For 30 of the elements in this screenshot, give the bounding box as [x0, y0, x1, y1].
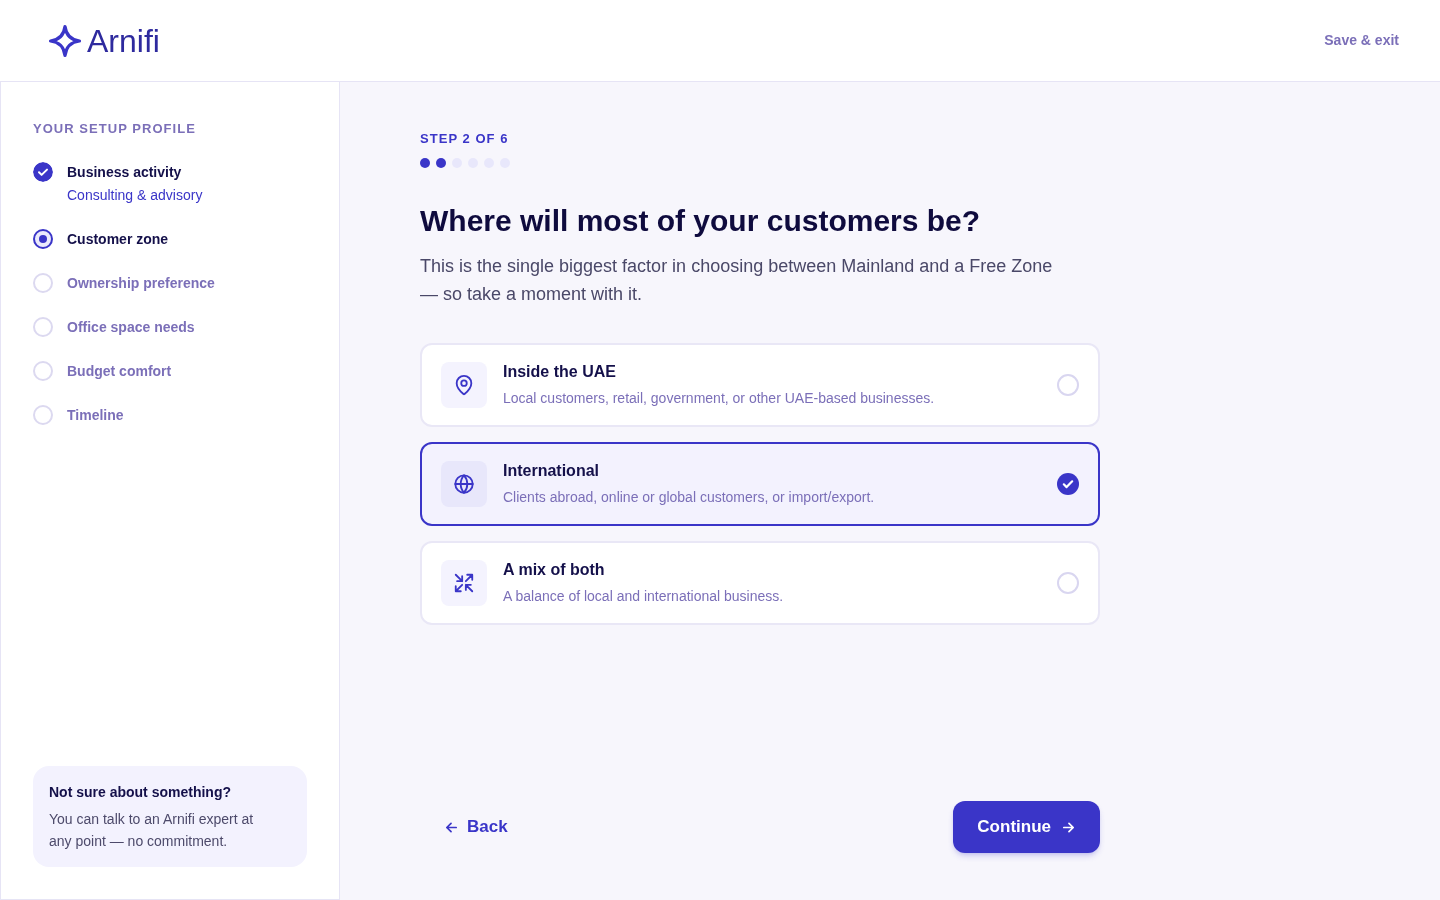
option-title: Inside the UAE	[503, 362, 617, 382]
save-exit-link[interactable]: Save & exit	[1324, 30, 1399, 51]
step-label: Office space needs	[67, 318, 195, 337]
diagonal-arrows-icon	[441, 560, 487, 606]
map-pin-icon	[441, 362, 487, 408]
help-title: Not sure about something?	[49, 783, 232, 802]
step-label: Ownership preference	[67, 274, 215, 293]
option-card[interactable]: A mix of both A balance of local and international business.	[420, 541, 1100, 625]
step-counter: STEP 2 OF 6	[420, 130, 510, 148]
question-description: This is the single biggest factor in choosing between Mainland and a Free Zone — so take a moment with it.	[420, 255, 1054, 306]
option-title: A mix of both	[503, 560, 606, 580]
step-label: Budget comfort	[67, 362, 172, 381]
step-label: Customer zone	[67, 230, 169, 249]
help-text: You can talk to an Arnifi expert at any point — no commitment.	[49, 810, 255, 851]
question-heading: Where will most of your customers be?	[420, 203, 982, 239]
step-label: Timeline	[67, 406, 124, 425]
option-description: A balance of local and international business.	[503, 587, 785, 606]
option-card[interactable]: International Clients abroad, online or global customers, or import/export.	[420, 442, 1100, 526]
star-logo-icon	[48, 23, 82, 58]
back-button[interactable]: Back	[444, 816, 508, 838]
option-title: International	[503, 461, 600, 481]
option-description: Local customers, retail, government, or other UAE-based businesses.	[503, 389, 936, 408]
sidebar-heading: YOUR SETUP PROFILE	[33, 120, 197, 138]
step-answer: Consulting & advisory	[67, 186, 203, 205]
logo-text: Arnifi	[87, 21, 160, 60]
option-description: Clients abroad, online or global customers, or import/export.	[503, 488, 876, 507]
option-card[interactable]: Inside the UAE Local customers, retail, government, or other UAE-based businesses.	[420, 343, 1100, 427]
continue-button[interactable]: Continue	[953, 801, 1100, 853]
step-label: Business activity	[67, 163, 183, 182]
globe-icon	[441, 461, 487, 507]
